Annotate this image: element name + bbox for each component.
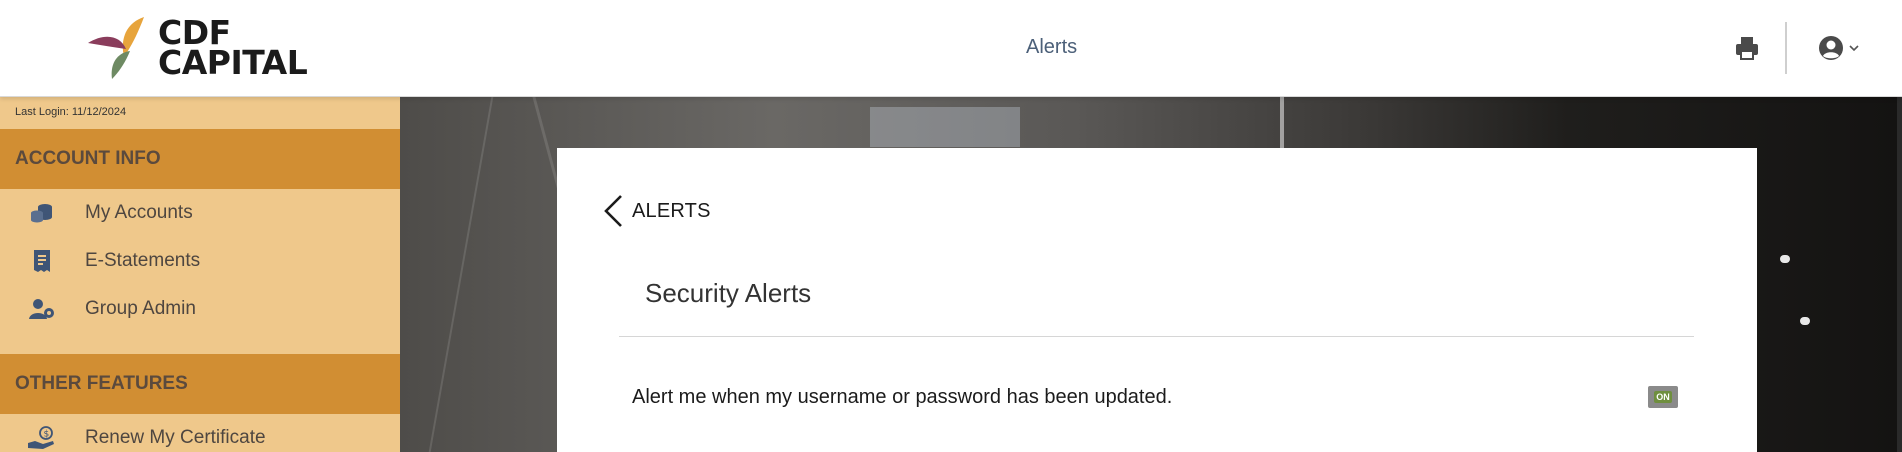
sidebar-item-renew-my-certificate[interactable]: $ Renew My Certificate [0,414,400,452]
sidebar-section-other-features: OTHER FEATURES [0,354,400,414]
logo-line-2: CAPITAL [158,43,308,82]
sidebar-item-label: E-Statements [85,250,201,271]
print-button[interactable] [1733,34,1761,62]
chevron-left-icon [604,195,622,227]
sidebar: Last Login: 11/12/2024 ACCOUNT INFO My A… [0,97,400,452]
sidebar-item-label: Renew My Certificate [85,427,266,448]
last-login: Last Login: 11/12/2024 [15,106,127,118]
logo-mark-icon [88,17,144,79]
user-menu-button[interactable] [1818,34,1862,62]
alert-text: Alert me when my username or password ha… [632,386,1173,408]
sidebar-item-e-statements[interactable]: E-Statements [0,237,400,285]
user-circle-icon [1819,36,1843,60]
back-to-alerts-link[interactable]: ALERTS [602,194,711,228]
back-link-label: ALERTS [632,199,711,222]
section-divider [619,336,1694,337]
sidebar-item-label: My Accounts [85,202,193,223]
logo-wordmark: CDF CAPITAL [158,16,308,82]
cdf-capital-logo[interactable]: CDF CAPITAL [86,14,326,82]
toggle-state-label: ON [1654,391,1672,403]
sidebar-item-label: Group Admin [85,298,196,319]
top-header: CDF CAPITAL Alerts [0,0,1902,97]
svg-text:$: $ [43,430,49,440]
sidebar-item-my-accounts[interactable]: My Accounts [0,189,400,237]
sidebar-section-account-info: ACCOUNT INFO [0,129,400,189]
sidebar-item-group-admin[interactable]: Group Admin [0,285,400,333]
chevron-down-icon [1849,45,1859,52]
document-icon [33,250,50,272]
section-title: Security Alerts [645,278,812,308]
hand-coin-icon: $ [27,426,54,449]
header-divider [1785,22,1787,74]
print-icon [1736,37,1758,60]
page-title: Alerts [1026,36,1078,58]
coins-icon [30,204,52,223]
alert-toggle[interactable]: ON [1648,386,1678,408]
users-gear-icon [28,299,54,319]
alerts-card: ALERTS Security Alerts Alert me when my … [557,148,1757,452]
page-scrollbar[interactable] [1897,97,1902,452]
